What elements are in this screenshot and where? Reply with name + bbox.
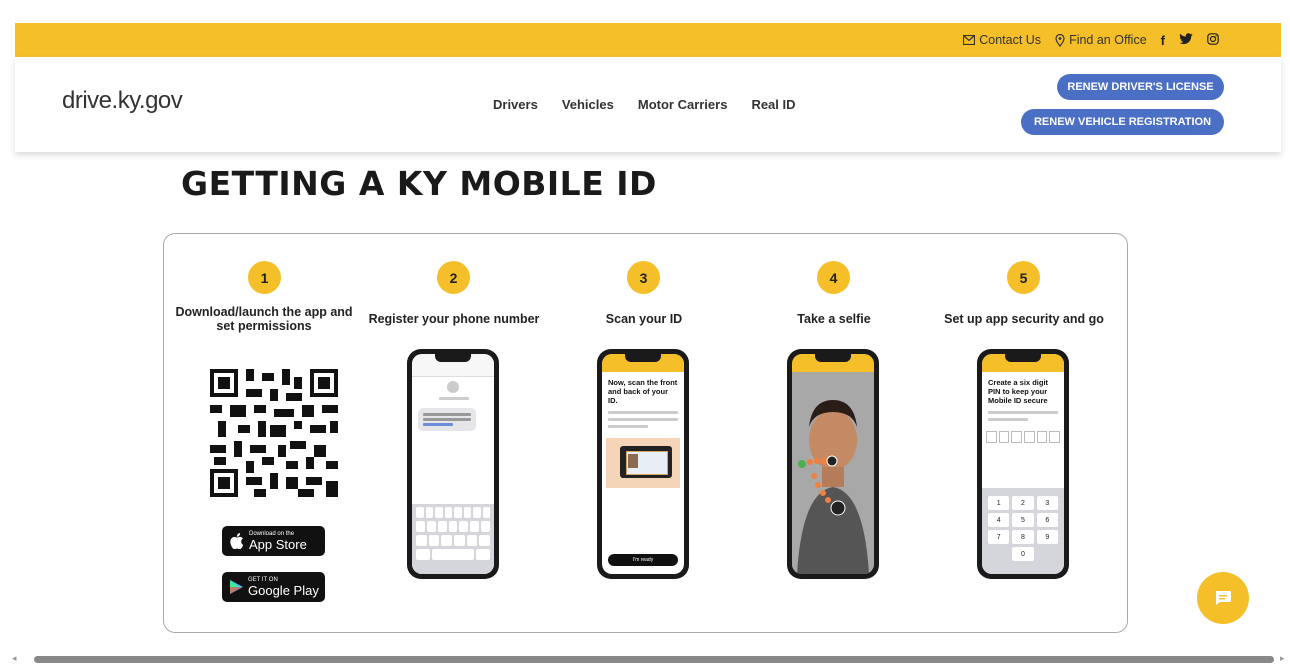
find-office-label: Find an Office [1069,33,1147,47]
phone-selfie-screen [787,349,879,579]
contact-us-link[interactable]: Contact Us [963,33,1041,47]
phone-register-screen [407,349,499,579]
chat-button[interactable] [1197,572,1249,624]
google-play-big-text: Google Play [248,582,319,598]
step-title: Register your phone number [368,312,540,326]
step-title: Scan your ID [605,312,683,326]
qr-code [210,369,338,497]
step-number: 4 [817,261,850,294]
phone-scan-id-screen: Now, scan the front and back of your ID.… [597,349,689,579]
apple-icon [230,533,244,549]
google-play-badge[interactable]: GET IT ON Google Play [222,572,325,602]
im-ready-button: I'm ready [608,554,678,566]
step-number: 5 [1007,261,1040,294]
nav-motor-carriers[interactable]: Motor Carriers [638,97,728,112]
renew-vehicle-registration-button[interactable]: RENEW VEHICLE REGISTRATION [1021,109,1224,135]
pin-keypad: 123 456 789 0 [982,496,1064,561]
nav-vehicles[interactable]: Vehicles [562,97,614,112]
step-title: Set up app security and go [944,312,1104,326]
nav-real-id[interactable]: Real ID [751,97,795,112]
step-title: Download/launch the app and set permissi… [175,305,353,333]
top-utility-bar: Contact Us Find an Office f [15,23,1281,57]
site-logo[interactable]: drive.ky.gov [62,87,183,115]
utility-links: Contact Us Find an Office f [963,23,1219,57]
step-title: Take a selfie [797,312,871,326]
horizontal-scrollbar[interactable] [34,656,1274,663]
scroll-left-arrow[interactable]: ◂ [12,653,17,664]
main-nav: Drivers Vehicles Motor Carriers Real ID [493,97,796,112]
find-office-link[interactable]: Find an Office [1055,33,1147,47]
steps-card: 1 Download/launch the app and set permis… [163,233,1128,633]
chat-icon [1215,591,1231,605]
renew-license-button[interactable]: RENEW DRIVER'S LICENSE [1057,74,1224,100]
nav-drivers[interactable]: Drivers [493,97,538,112]
twitter-icon[interactable] [1179,32,1193,48]
contact-us-label: Contact Us [979,33,1042,47]
facebook-icon[interactable]: f [1161,33,1165,48]
instagram-icon[interactable] [1207,32,1219,48]
step-number: 3 [627,261,660,294]
site-header: drive.ky.gov Drivers Vehicles Motor Carr… [15,57,1281,152]
pin-heading: Create a six digit PIN to keep your Mobi… [988,378,1049,405]
app-store-big-text: App Store [249,536,307,552]
app-store-badge[interactable]: Download on the App Store [222,526,325,556]
scroll-right-arrow[interactable]: ▸ [1280,653,1285,664]
mail-icon [963,35,976,45]
location-pin-icon [1055,33,1065,47]
scan-heading: Now, scan the front and back of your ID. [608,378,678,405]
page-title: GETTING A KY MOBILE ID [181,164,657,203]
step-number: 2 [437,261,470,294]
google-play-icon [230,580,243,594]
phone-pin-screen: Create a six digit PIN to keep your Mobi… [977,349,1069,579]
selfie-face-illustration [792,372,874,574]
step-number: 1 [248,261,281,294]
